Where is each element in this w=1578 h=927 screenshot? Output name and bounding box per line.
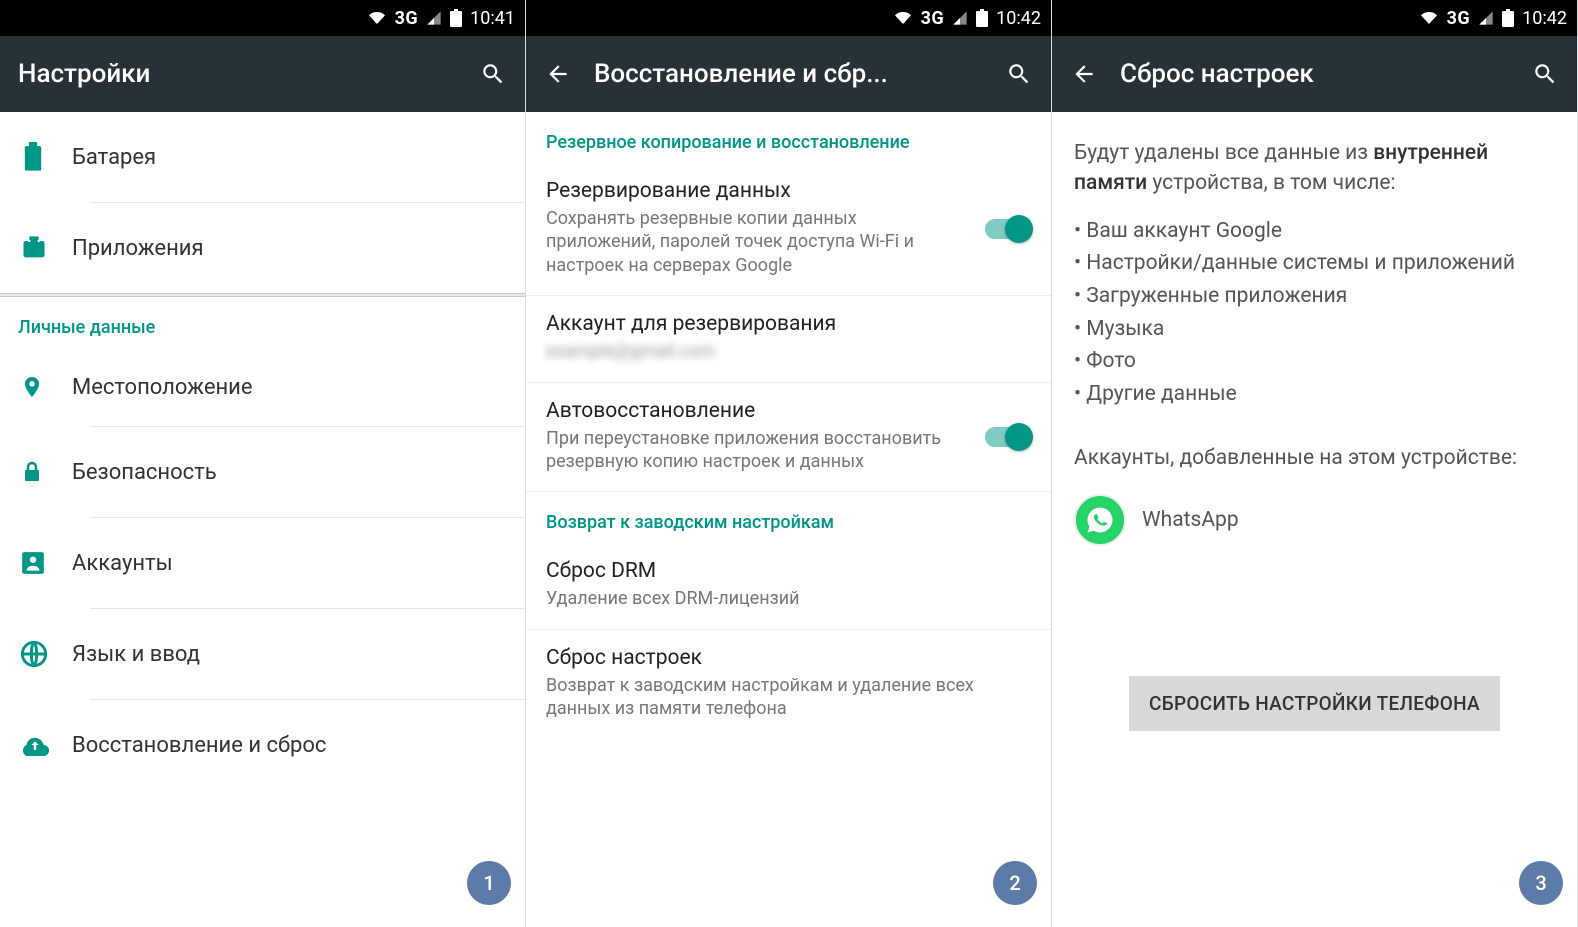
- globe-icon: [20, 640, 48, 668]
- battery-icon: [20, 142, 46, 172]
- settings-item-language[interactable]: Язык и ввод: [0, 609, 525, 699]
- search-button[interactable]: [1005, 60, 1033, 88]
- drm-reset-item[interactable]: Сброс DRM Удаление всех DRM-лицензий: [526, 543, 1051, 629]
- page-title: Сброс настроек: [1120, 59, 1509, 89]
- step-badge-2: 2: [993, 861, 1037, 905]
- app-bar: Восстановление и сбр...: [526, 36, 1051, 112]
- cloud-upload-icon: [20, 734, 50, 756]
- section-header-backup: Резервное копирование и восстановление: [526, 112, 1051, 163]
- reset-bullet: • Другие данные: [1074, 378, 1555, 411]
- settings-item-accounts[interactable]: Аккаунты: [0, 518, 525, 608]
- page-title: Восстановление и сбр...: [594, 59, 983, 89]
- reset-bullet: • Фото: [1074, 345, 1555, 378]
- network-label: 3G: [1447, 8, 1471, 29]
- account-row-whatsapp: WhatsApp: [1052, 484, 1577, 556]
- page-title: Настройки: [18, 59, 457, 89]
- network-label: 3G: [921, 8, 945, 29]
- battery-status-icon: [976, 9, 988, 27]
- lock-icon: [20, 458, 44, 486]
- item-title: Сброс настроек: [546, 646, 1031, 670]
- back-button[interactable]: [544, 60, 572, 88]
- item-subtitle: Возврат к заводским настройкам и удалени…: [546, 674, 1031, 721]
- screen-backup-reset: 3G 10:42 Восстановление и сбр... Резервн…: [526, 0, 1052, 927]
- clock: 10:41: [470, 8, 515, 29]
- settings-item-apps[interactable]: Приложения: [0, 203, 525, 293]
- settings-item-label: Безопасность: [72, 460, 217, 485]
- accounts-on-device-label: Аккаунты, добавленные на этом устройстве…: [1052, 416, 1577, 483]
- settings-item-label: Приложения: [72, 236, 204, 261]
- wifi-icon: [367, 10, 387, 26]
- item-subtitle: Удаление всех DRM-лицензий: [546, 587, 1031, 610]
- item-title: Автовосстановление: [546, 399, 1031, 423]
- reset-bullet: • Ваш аккаунт Google: [1074, 215, 1555, 248]
- reset-phone-button[interactable]: СБРОСИТЬ НАСТРОЙКИ ТЕЛЕФОНА: [1129, 676, 1500, 731]
- item-subtitle: При переустановке приложения восстановит…: [546, 427, 1031, 474]
- account-icon: [20, 550, 46, 576]
- status-bar: 3G 10:41: [0, 0, 525, 36]
- item-subtitle: Сохранять резервные копии данных приложе…: [546, 207, 1031, 277]
- settings-item-location[interactable]: Местоположение: [0, 348, 525, 426]
- settings-item-label: Местоположение: [72, 375, 253, 400]
- status-bar: 3G 10:42: [526, 0, 1051, 36]
- app-bar: Сброс настроек: [1052, 36, 1577, 112]
- back-arrow-icon: [545, 61, 571, 87]
- backup-reset-list: Резервное копирование и восстановление Р…: [526, 112, 1051, 927]
- search-button[interactable]: [1531, 60, 1559, 88]
- back-button[interactable]: [1070, 60, 1098, 88]
- screen-settings: 3G 10:41 Настройки Батарея Приложения Ли…: [0, 0, 526, 927]
- reset-bullet: • Музыка: [1074, 313, 1555, 346]
- clock: 10:42: [1522, 8, 1567, 29]
- location-icon: [20, 372, 44, 402]
- reset-bullet: • Загруженные приложения: [1074, 280, 1555, 313]
- reset-intro-text: Будут удалены все данные из внутренней п…: [1052, 112, 1577, 209]
- reset-bullet-list: • Ваш аккаунт Google• Настройки/данные с…: [1052, 209, 1577, 416]
- signal-icon: [426, 10, 442, 26]
- step-badge-3: 3: [1519, 861, 1563, 905]
- settings-item-backup-reset[interactable]: Восстановление и сброс: [0, 700, 525, 790]
- settings-item-battery[interactable]: Батарея: [0, 112, 525, 202]
- apps-icon: [20, 234, 48, 262]
- item-title: Резервирование данных: [546, 179, 1031, 203]
- wifi-icon: [893, 10, 913, 26]
- settings-item-label: Батарея: [72, 145, 156, 170]
- item-title: Сброс DRM: [546, 559, 1031, 583]
- screen-factory-reset: 3G 10:42 Сброс настроек Будут удалены вс…: [1052, 0, 1578, 927]
- settings-list: Батарея Приложения Личные данные Местопо…: [0, 112, 525, 927]
- search-button[interactable]: [479, 60, 507, 88]
- account-name: WhatsApp: [1142, 508, 1239, 532]
- factory-reset-item[interactable]: Сброс настроек Возврат к заводским настр…: [526, 630, 1051, 739]
- settings-item-label: Аккаунты: [72, 551, 173, 576]
- back-arrow-icon: [1071, 61, 1097, 87]
- status-bar: 3G 10:42: [1052, 0, 1577, 36]
- wifi-icon: [1419, 10, 1439, 26]
- item-subtitle-blurred: example@gmail.com: [546, 340, 1031, 363]
- step-badge-1: 1: [467, 861, 511, 905]
- item-title: Аккаунт для резервирования: [546, 312, 1031, 336]
- section-header-personal: Личные данные: [0, 297, 525, 348]
- settings-item-label: Язык и ввод: [72, 642, 200, 667]
- reset-content: Будут удалены все данные из внутренней п…: [1052, 112, 1577, 927]
- settings-item-security[interactable]: Безопасность: [0, 427, 525, 517]
- search-icon: [1006, 61, 1032, 87]
- app-bar: Настройки: [0, 36, 525, 112]
- search-icon: [480, 61, 506, 87]
- backup-account-item[interactable]: Аккаунт для резервирования example@gmail…: [526, 296, 1051, 382]
- reset-bullet: • Настройки/данные системы и приложений: [1074, 247, 1555, 280]
- battery-status-icon: [1502, 9, 1514, 27]
- auto-restore-toggle[interactable]: [985, 427, 1031, 447]
- signal-icon: [952, 10, 968, 26]
- section-header-factory: Возврат к заводским настройкам: [526, 492, 1051, 543]
- auto-restore-item[interactable]: Автовосстановление При переустановке при…: [526, 383, 1051, 493]
- network-label: 3G: [395, 8, 419, 29]
- settings-item-label: Восстановление и сброс: [72, 733, 326, 758]
- backup-data-item[interactable]: Резервирование данных Сохранять резервны…: [526, 163, 1051, 296]
- battery-status-icon: [450, 9, 462, 27]
- search-icon: [1532, 61, 1558, 87]
- signal-icon: [1478, 10, 1494, 26]
- clock: 10:42: [996, 8, 1041, 29]
- whatsapp-icon: [1074, 494, 1126, 546]
- backup-toggle[interactable]: [985, 219, 1031, 239]
